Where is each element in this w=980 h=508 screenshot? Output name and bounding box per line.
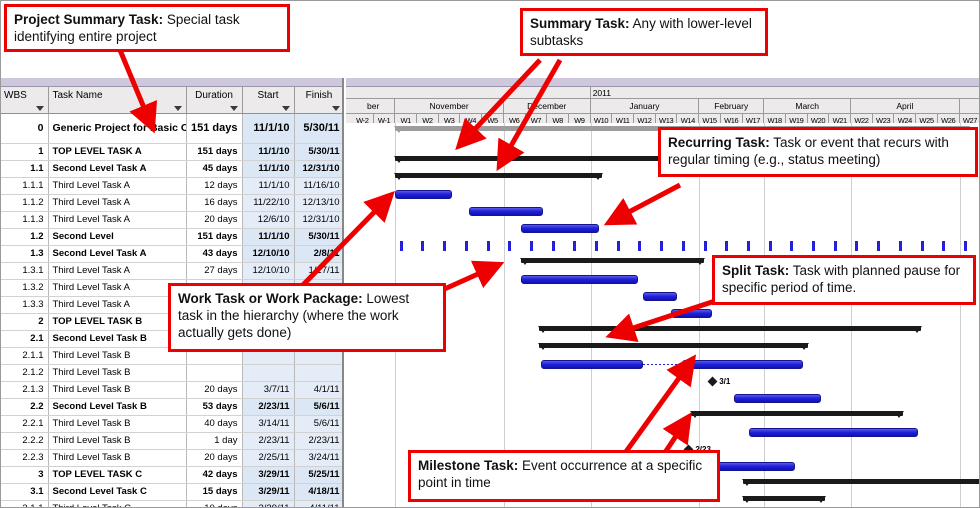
- image-border: [0, 0, 980, 508]
- gantt-diagram: WBS Task Name Duration Start: [0, 0, 980, 508]
